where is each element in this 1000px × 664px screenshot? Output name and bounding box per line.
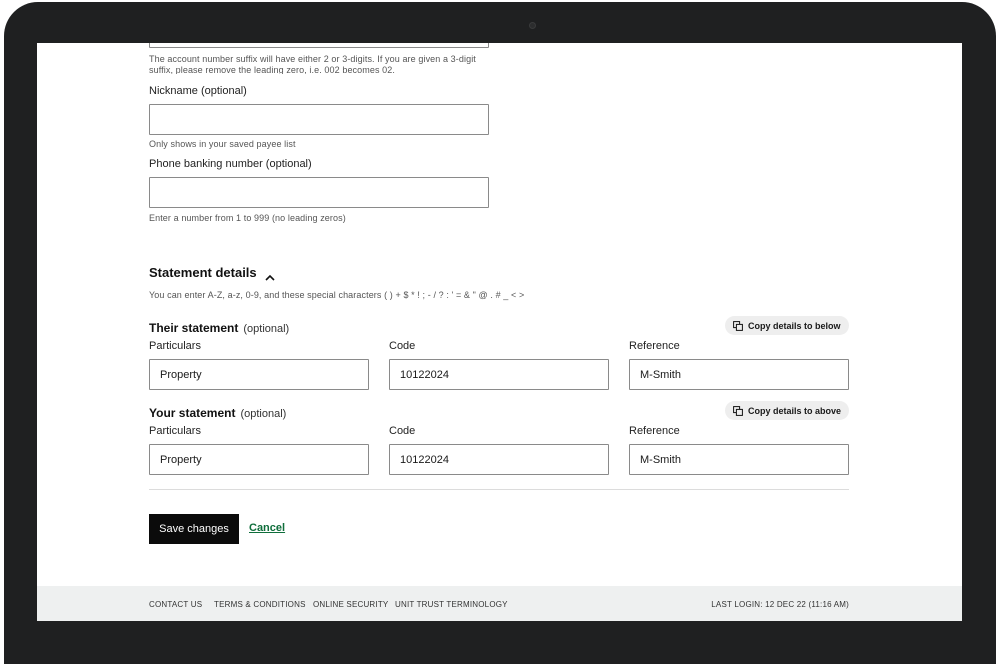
their-code-value: 10122024 xyxy=(400,368,449,381)
your-particulars-value: Property xyxy=(160,453,202,466)
account-suffix-help-1: The account number suffix will have eith… xyxy=(149,54,476,64)
your-particulars-label: Particulars xyxy=(149,425,201,437)
account-suffix-help-2: suffix, please remove the leading zero, … xyxy=(149,65,395,74)
your-code-input[interactable]: 10122024 xyxy=(389,444,609,475)
camera-icon xyxy=(529,22,536,29)
your-code-label: Code xyxy=(389,425,416,437)
their-reference-input[interactable]: M-Smith xyxy=(629,359,849,390)
form-divider xyxy=(149,489,849,490)
your-code-value: 10122024 xyxy=(400,453,449,466)
chevron-up-icon xyxy=(265,269,275,281)
statement-details-header[interactable]: Statement details xyxy=(149,265,275,281)
their-statement-heading: Their statement (optional) xyxy=(149,319,289,337)
screen: The account number suffix will have eith… xyxy=(37,43,962,621)
nickname-help: Only shows in your saved payee list xyxy=(149,139,296,149)
their-reference-value: M-Smith xyxy=(640,368,681,381)
footer-link-online-security[interactable]: ONLINE SECURITY xyxy=(313,600,388,609)
footer-link-contact-us[interactable]: CONTACT US xyxy=(149,600,202,609)
account-suffix-input[interactable] xyxy=(149,43,489,48)
cancel-link[interactable]: Cancel xyxy=(249,522,285,534)
copy-to-below-label: Copy details to below xyxy=(748,320,841,331)
footer-link-unit-trust[interactable]: UNIT TRUST TERMINOLOGY xyxy=(395,600,508,609)
their-statement-title: Their statement xyxy=(149,321,239,335)
their-particulars-value: Property xyxy=(160,368,202,381)
your-reference-value: M-Smith xyxy=(640,453,681,466)
copy-to-above-label: Copy details to above xyxy=(748,405,842,416)
laptop-frame: The account number suffix will have eith… xyxy=(0,0,1000,664)
phone-banking-input[interactable] xyxy=(149,177,489,208)
phone-banking-help: Enter a number from 1 to 999 (no leading… xyxy=(149,213,346,223)
save-changes-button[interactable]: Save changes xyxy=(149,514,239,544)
statement-details-title: Statement details xyxy=(149,265,257,280)
copy-to-above-button[interactable]: Copy details to above xyxy=(725,401,850,420)
footer: CONTACT US TERMS & CONDITIONS ONLINE SEC… xyxy=(37,586,962,621)
your-statement-optional: (optional) xyxy=(240,408,287,420)
nickname-label: Nickname (optional) xyxy=(149,85,247,97)
nickname-input[interactable] xyxy=(149,104,489,135)
their-code-input[interactable]: 10122024 xyxy=(389,359,609,390)
your-statement-heading: Your statement (optional) xyxy=(149,404,286,422)
last-login: LAST LOGIN: 12 DEC 22 (11:16 AM) xyxy=(711,600,849,609)
copy-icon xyxy=(733,320,743,331)
your-reference-label: Reference xyxy=(629,425,680,437)
your-statement-title: Your statement xyxy=(149,406,236,420)
copy-icon xyxy=(733,405,743,416)
footer-link-terms[interactable]: TERMS & CONDITIONS xyxy=(214,600,306,609)
statement-details-help: You can enter A-Z, a-z, 0-9, and these s… xyxy=(149,290,525,300)
their-reference-label: Reference xyxy=(629,340,680,352)
their-code-label: Code xyxy=(389,340,416,352)
your-reference-input[interactable]: M-Smith xyxy=(629,444,849,475)
your-particulars-input[interactable]: Property xyxy=(149,444,369,475)
copy-to-below-button[interactable]: Copy details to below xyxy=(725,316,849,335)
their-statement-optional: (optional) xyxy=(243,323,290,335)
their-particulars-label: Particulars xyxy=(149,340,201,352)
phone-banking-label: Phone banking number (optional) xyxy=(149,158,312,170)
their-particulars-input[interactable]: Property xyxy=(149,359,369,390)
